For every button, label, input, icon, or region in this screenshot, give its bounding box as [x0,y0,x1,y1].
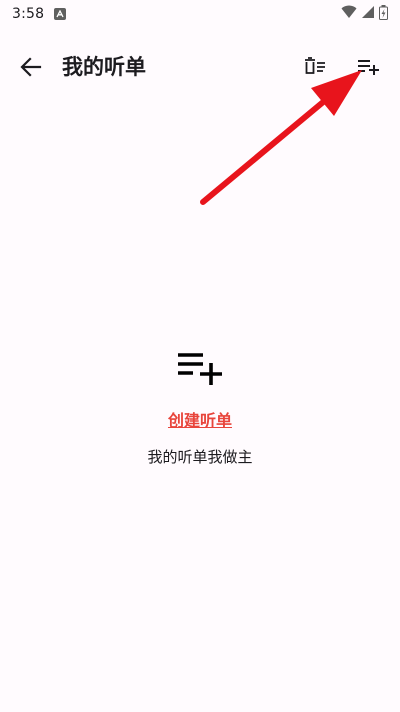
status-bar: 3:58 [0,0,400,28]
battery-icon [379,4,388,24]
arrow-left-icon [20,57,42,77]
empty-state: 创建听单 我的听单我做主 [0,348,400,468]
app-bar: 我的听单 [0,40,400,94]
back-button[interactable] [16,52,46,82]
clear-list-icon [305,57,325,74]
status-icons [341,4,388,24]
playlist-add-icon [176,348,224,388]
wifi-icon [341,5,357,23]
playlist-add-icon [358,60,379,75]
status-time: 3:58 [12,6,45,22]
add-playlist-button[interactable] [353,52,383,82]
clear-list-button[interactable] [300,52,330,82]
empty-subtitle: 我的听单我做主 [147,448,253,466]
a-letter-icon [54,8,67,20]
create-playlist-link[interactable]: 创建听单 [168,410,232,432]
page-title: 我的听单 [62,55,146,79]
signal-icon [361,5,375,23]
